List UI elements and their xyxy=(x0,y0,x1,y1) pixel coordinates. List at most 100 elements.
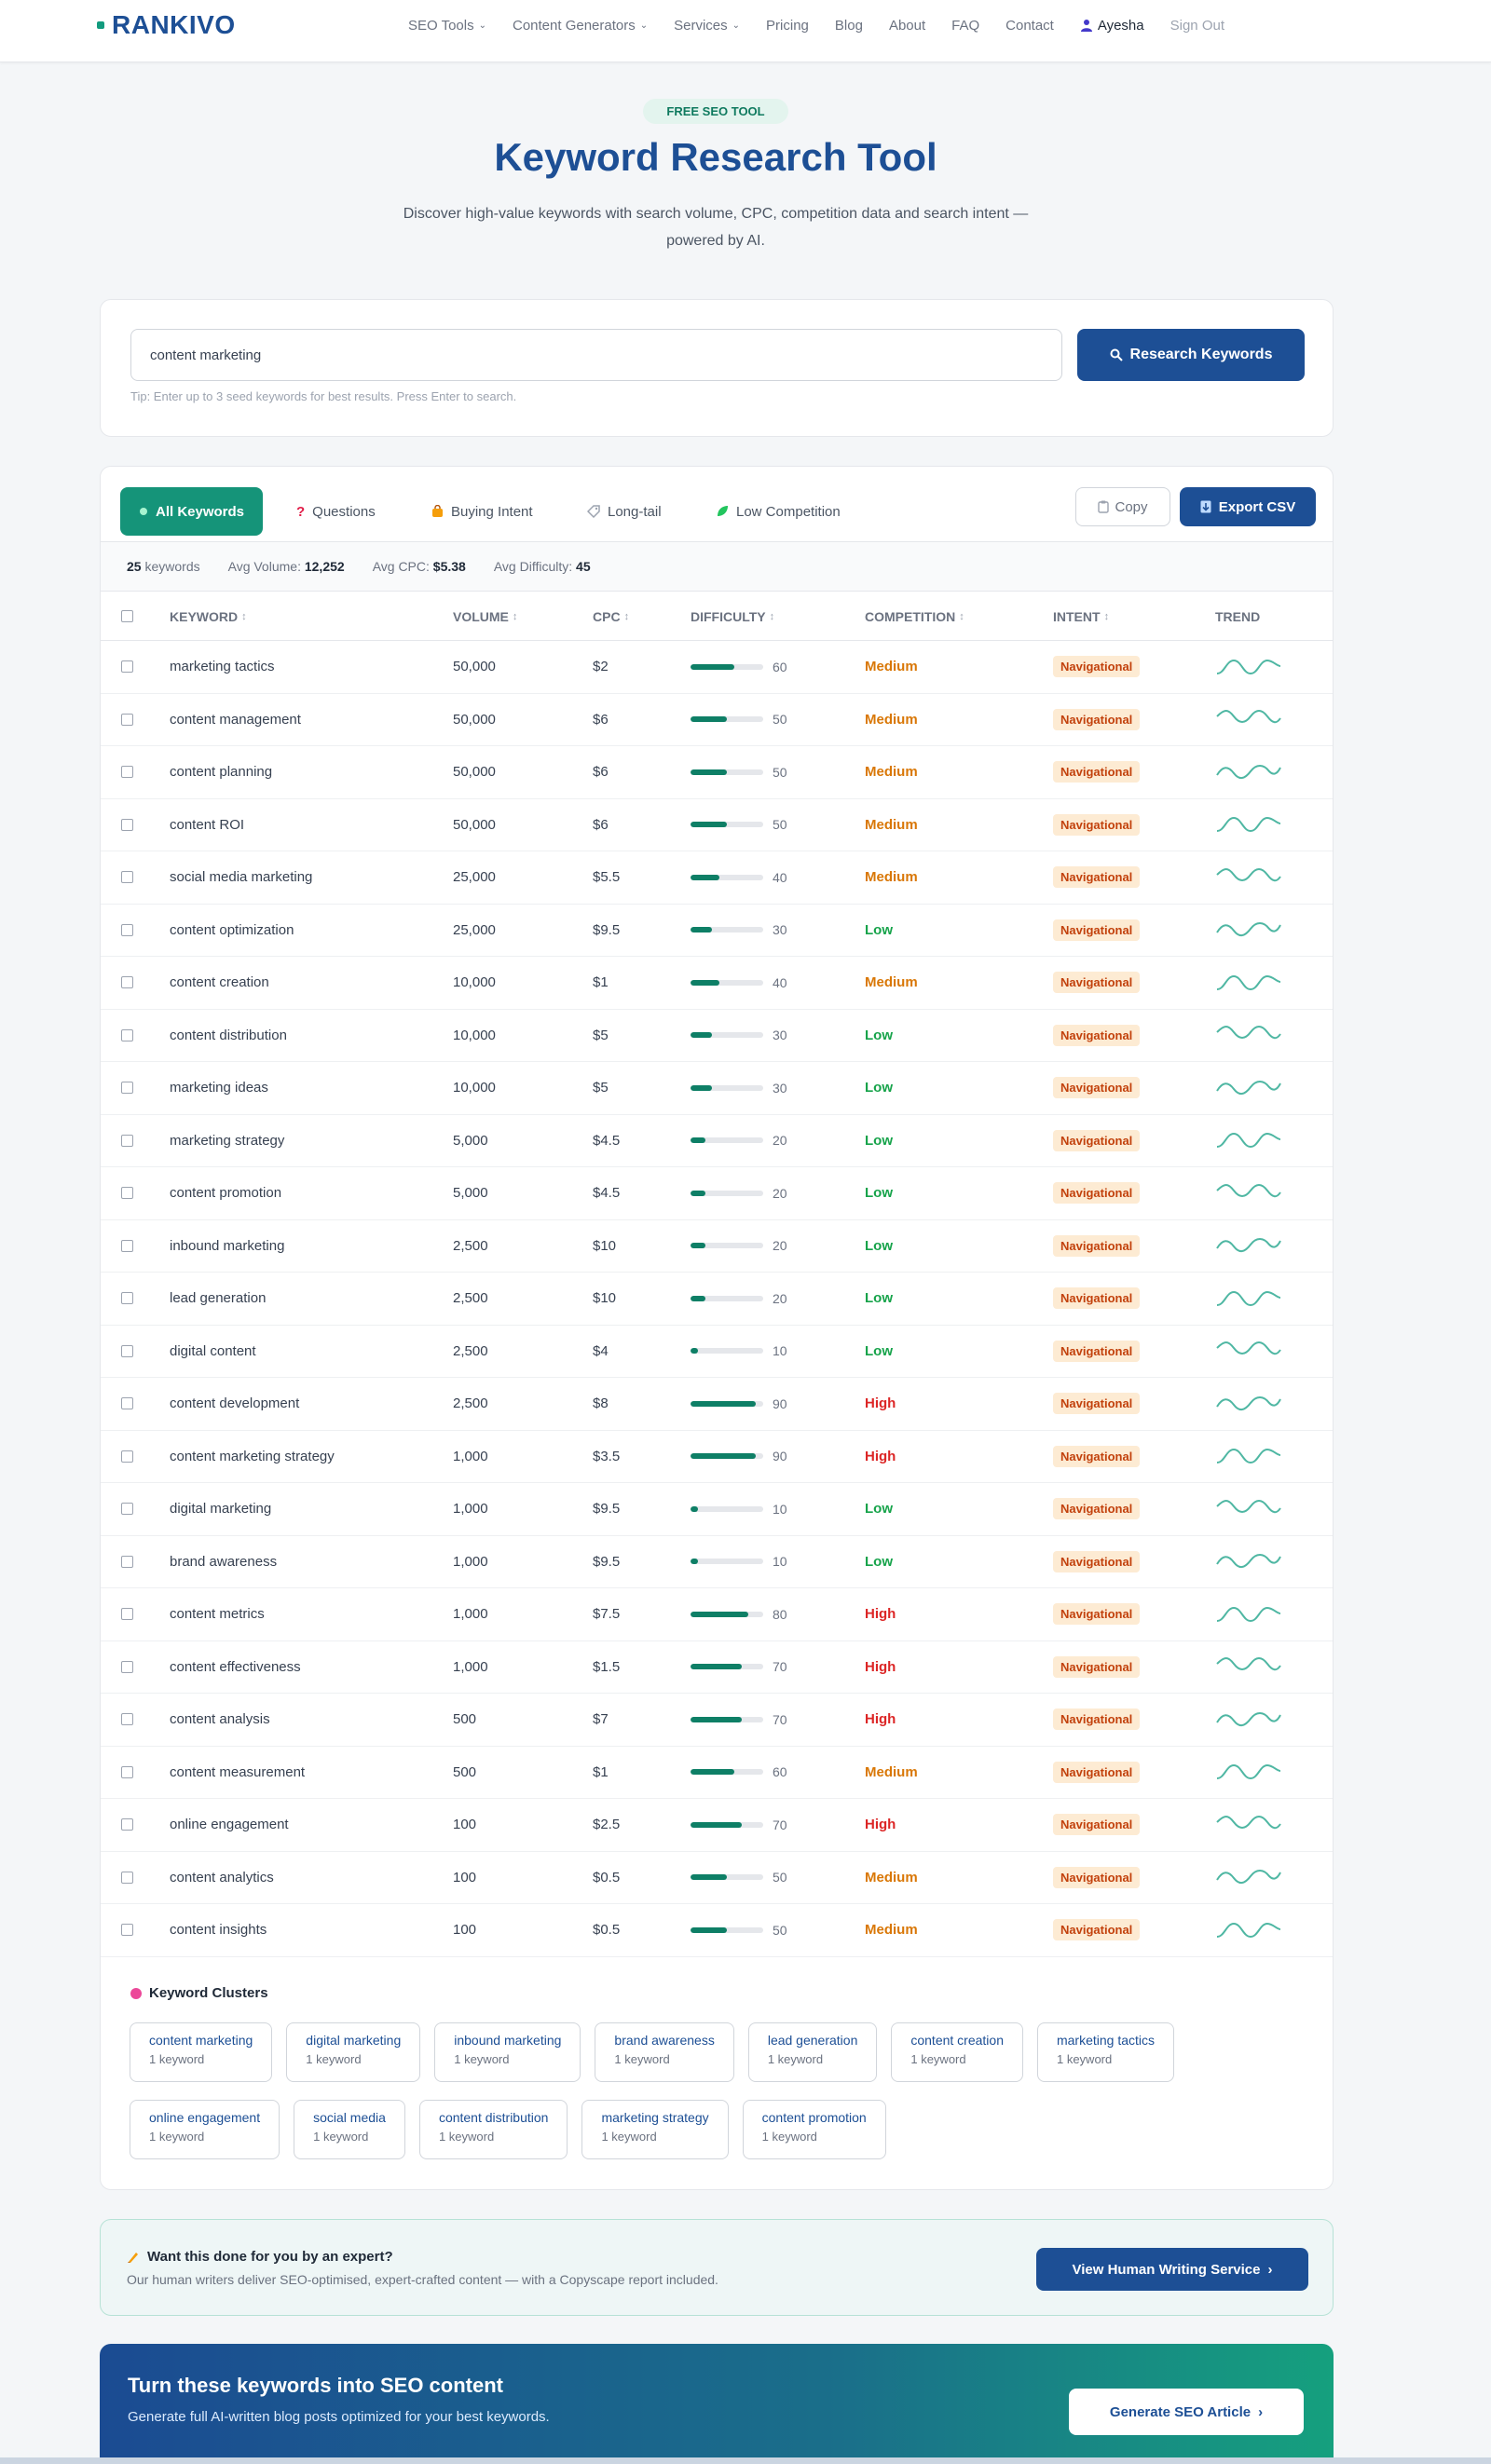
row-checkbox[interactable] xyxy=(121,1588,133,1640)
table-row[interactable]: marketing tactics 50,000 $2 60 Medium Navigat… xyxy=(101,641,1333,694)
copy-button[interactable]: Copy xyxy=(1075,487,1170,526)
table-row[interactable]: content marketing strategy 1,000 $3.5 90 Hig… xyxy=(101,1431,1333,1483)
cluster-chip[interactable]: marketing strategy 1 keyword xyxy=(581,2100,729,2159)
user-menu[interactable]: Ayesha xyxy=(1080,18,1144,34)
nav-item-services[interactable]: Services ⌄ xyxy=(674,18,740,34)
tab-long-tail[interactable]: Long-tail xyxy=(587,487,662,536)
row-checkbox[interactable] xyxy=(121,1010,133,1062)
header-intent[interactable]: INTENT ↕ xyxy=(1053,592,1109,641)
cluster-chip[interactable]: digital marketing 1 keyword xyxy=(286,2022,421,2082)
row-checkbox[interactable] xyxy=(121,1904,133,1956)
nav-item-seo-tools[interactable]: SEO Tools ⌄ xyxy=(408,18,486,34)
table-row[interactable]: content development 2,500 $8 90 High Navigati… xyxy=(101,1378,1333,1431)
header-competition[interactable]: COMPETITION ↕ xyxy=(865,592,964,641)
brand-logo[interactable]: RANKIVO xyxy=(97,10,236,39)
table-row[interactable]: digital marketing 1,000 $9.5 10 Low Navigatio… xyxy=(101,1483,1333,1536)
export-csv-button[interactable]: Export CSV xyxy=(1180,487,1316,526)
row-checkbox[interactable] xyxy=(121,905,133,957)
row-checkbox[interactable] xyxy=(121,799,133,851)
header-difficulty[interactable]: DIFFICULTY ↕ xyxy=(691,592,774,641)
research-keywords-button[interactable]: Research Keywords xyxy=(1077,329,1305,381)
table-row[interactable]: content management 50,000 $6 50 Medium Naviga… xyxy=(101,694,1333,746)
header-keyword[interactable]: KEYWORD ↕ xyxy=(170,592,247,641)
cluster-chip[interactable]: content promotion 1 keyword xyxy=(742,2100,886,2159)
view-human-writing-service-button[interactable]: View Human Writing Service › xyxy=(1036,2248,1308,2291)
row-checkbox[interactable] xyxy=(121,746,133,798)
select-all-checkbox[interactable] xyxy=(121,592,133,641)
nav-item-content-generators[interactable]: Content Generators ⌄ xyxy=(513,18,648,34)
tab-questions[interactable]: ? Questions xyxy=(296,487,376,536)
table-row[interactable]: content analytics 100 $0.5 50 Medium Navigati… xyxy=(101,1852,1333,1904)
table-row[interactable]: content metrics 1,000 $7.5 80 High Navigation… xyxy=(101,1588,1333,1641)
row-checkbox[interactable] xyxy=(121,1378,133,1430)
table-row[interactable]: content ROI 50,000 $6 50 Medium Navigational xyxy=(101,799,1333,851)
tab-low-competition[interactable]: Low Competition xyxy=(716,487,841,536)
nav-item-faq[interactable]: FAQ xyxy=(951,18,979,34)
nav-item-blog[interactable]: Blog xyxy=(835,18,863,34)
row-checkbox[interactable] xyxy=(121,1167,133,1219)
cluster-chip[interactable]: content marketing 1 keyword xyxy=(130,2022,273,2082)
cluster-chip[interactable]: brand awareness 1 keyword xyxy=(595,2022,734,2082)
row-checkbox[interactable] xyxy=(121,1431,133,1483)
row-checkbox[interactable] xyxy=(121,1483,133,1535)
table-row[interactable]: content analysis 500 $7 70 High Navigational xyxy=(101,1694,1333,1747)
keyword-cell: marketing strategy xyxy=(170,1132,285,1149)
row-checkbox[interactable] xyxy=(121,1115,133,1167)
table-row[interactable]: content effectiveness 1,000 $1.5 70 High Navi… xyxy=(101,1641,1333,1694)
tab-buying-intent[interactable]: Buying Intent xyxy=(431,487,533,536)
nav-item-about[interactable]: About xyxy=(889,18,925,34)
row-checkbox[interactable] xyxy=(121,1273,133,1325)
table-row[interactable]: content insights 100 $0.5 50 Medium Navigatio… xyxy=(101,1904,1333,1957)
row-checkbox[interactable] xyxy=(121,641,133,693)
header-cpc[interactable]: CPC ↕ xyxy=(593,592,629,641)
cluster-chip[interactable]: content distribution 1 keyword xyxy=(418,2100,568,2159)
cluster-chip[interactable]: inbound marketing 1 keyword xyxy=(434,2022,581,2082)
horizontal-scrollbar[interactable] xyxy=(0,2457,1491,2464)
row-checkbox[interactable] xyxy=(121,851,133,904)
trend-cell xyxy=(1215,1378,1282,1430)
nav-item-contact[interactable]: Contact xyxy=(1005,18,1054,34)
cluster-chip[interactable]: lead generation 1 keyword xyxy=(747,2022,878,2082)
tab-all-keywords[interactable]: All Keywords xyxy=(120,487,264,536)
table-row[interactable]: marketing strategy 5,000 $4.5 20 Low Navigati… xyxy=(101,1115,1333,1167)
table-row[interactable]: content planning 50,000 $6 50 Medium Navigati… xyxy=(101,746,1333,799)
row-checkbox[interactable] xyxy=(121,1220,133,1273)
table-row[interactable]: content promotion 5,000 $4.5 20 Low Navigatio… xyxy=(101,1167,1333,1220)
cluster-chip[interactable]: social media 1 keyword xyxy=(294,2100,405,2159)
row-checkbox[interactable] xyxy=(121,1536,133,1588)
table-row[interactable]: lead generation 2,500 $10 20 Low Navigational xyxy=(101,1273,1333,1326)
row-checkbox[interactable] xyxy=(121,1799,133,1851)
trend-cell xyxy=(1215,1431,1282,1483)
difficulty-value: 40 xyxy=(773,869,787,885)
table-row[interactable]: content creation 10,000 $1 40 Medium Navigati… xyxy=(101,957,1333,1010)
sign-out-link[interactable]: Sign Out xyxy=(1170,18,1224,34)
row-checkbox[interactable] xyxy=(121,957,133,1009)
row-checkbox[interactable] xyxy=(121,1747,133,1799)
cluster-chip[interactable]: content creation 1 keyword xyxy=(891,2022,1023,2082)
cluster-chip[interactable]: marketing tactics 1 keyword xyxy=(1036,2022,1175,2082)
table-row[interactable]: social media marketing 25,000 $5.5 40 Medium… xyxy=(101,851,1333,905)
nav-item-pricing[interactable]: Pricing xyxy=(766,18,809,34)
table-row[interactable]: content distribution 10,000 $5 30 Low Navigat… xyxy=(101,1010,1333,1062)
table-row[interactable]: content measurement 500 $1 60 Medium Navigati… xyxy=(101,1747,1333,1799)
cluster-chip[interactable]: online engagement 1 keyword xyxy=(130,2100,280,2159)
keyword-search-input[interactable] xyxy=(130,329,1062,381)
table-row[interactable]: inbound marketing 2,500 $10 20 Low Navigation… xyxy=(101,1220,1333,1273)
table-row[interactable]: digital content 2,500 $4 10 Low Navigational xyxy=(101,1326,1333,1378)
row-checkbox[interactable] xyxy=(121,1062,133,1114)
table-row[interactable]: online engagement 100 $2.5 70 High Navigation… xyxy=(101,1799,1333,1852)
row-checkbox[interactable] xyxy=(121,1641,133,1694)
table-row[interactable]: marketing ideas 10,000 $5 30 Low Navigational xyxy=(101,1062,1333,1115)
stat-avg-cpc: Avg CPC: $5.38 xyxy=(372,559,466,574)
row-checkbox[interactable] xyxy=(121,1694,133,1746)
difficulty-bar xyxy=(691,1295,763,1301)
competition-cell: Low xyxy=(865,1185,893,1202)
generate-seo-article-button[interactable]: Generate SEO Article › xyxy=(1069,2389,1304,2435)
row-checkbox[interactable] xyxy=(121,694,133,746)
header-volume[interactable]: VOLUME ↕ xyxy=(453,592,517,641)
row-checkbox[interactable] xyxy=(121,1326,133,1378)
intent-cell: Navigational xyxy=(1053,1273,1141,1325)
row-checkbox[interactable] xyxy=(121,1852,133,1904)
table-row[interactable]: content optimization 25,000 $9.5 30 Low Navig… xyxy=(101,905,1333,957)
table-row[interactable]: brand awareness 1,000 $9.5 10 Low Navigationa… xyxy=(101,1536,1333,1588)
